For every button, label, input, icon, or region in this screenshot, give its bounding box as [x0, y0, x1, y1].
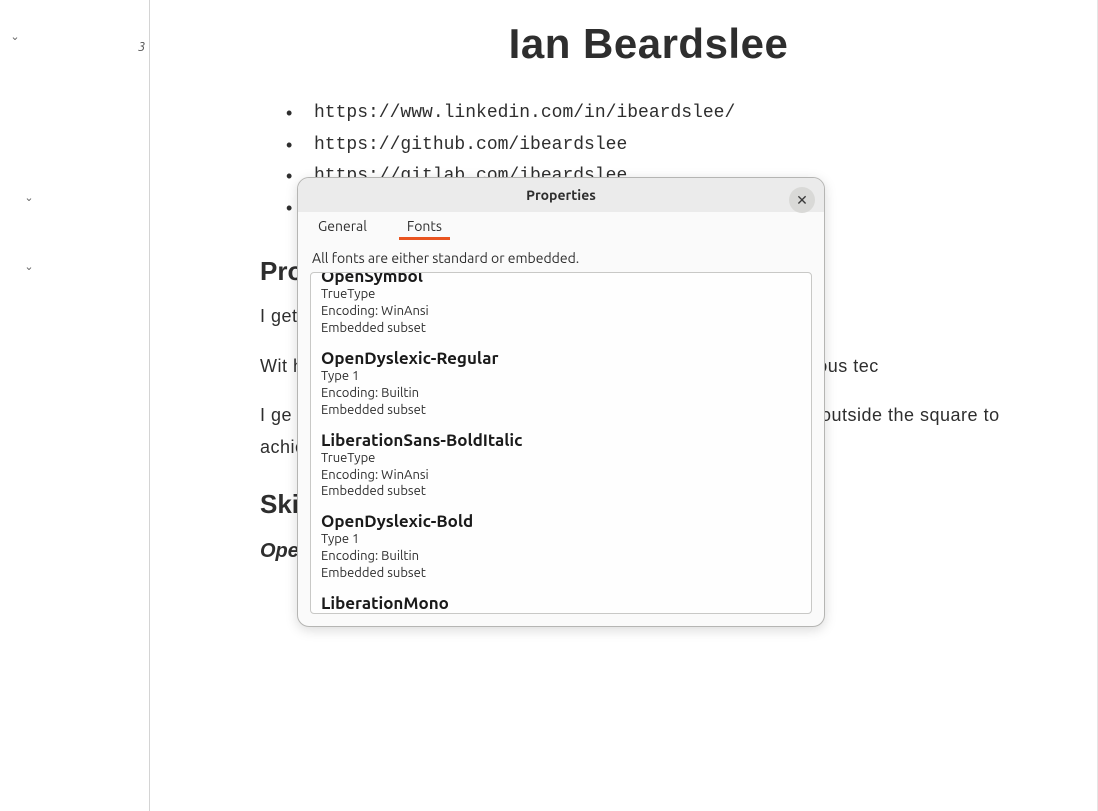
chevron-down-icon[interactable]: ⌄ [22, 260, 36, 273]
dialog-header[interactable]: Properties ✕ [298, 178, 824, 212]
font-name: OpenDyslexic-Bold [321, 512, 801, 531]
font-entry[interactable]: OpenDyslexic-RegularType 1Encoding: Buil… [311, 341, 811, 423]
outline-sidebar: User Ment…2⌄Work Experie…3Catalyst.Net3N… [0, 0, 150, 811]
tab-general[interactable]: General [310, 212, 375, 240]
chevron-down-icon[interactable]: ⌄ [22, 191, 36, 204]
font-entry[interactable]: OpenDyslexic-BoldType 1Encoding: Builtin… [311, 504, 811, 586]
close-button[interactable]: ✕ [789, 187, 815, 213]
link-item[interactable]: https://github.com/ibeardslee [274, 130, 1037, 162]
close-icon: ✕ [796, 192, 808, 209]
font-name: OpenSymbol [321, 272, 801, 286]
font-meta: Encoding: Builtin [321, 385, 801, 402]
font-meta: Encoding: WinAnsi [321, 303, 801, 320]
font-name: LiberationMono [321, 594, 801, 613]
font-entry[interactable]: OpenSymbolTrueTypeEncoding: WinAnsiEmbed… [311, 273, 811, 341]
font-meta: Embedded subset [321, 402, 801, 419]
font-meta: Encoding: Builtin [321, 548, 801, 565]
font-meta: TrueType [321, 450, 801, 467]
properties-dialog: Properties ✕ General Fonts All fonts are… [297, 177, 825, 627]
font-meta: Embedded subset [321, 320, 801, 337]
font-entry[interactable]: LiberationSans-BoldItalicTrueTypeEncodin… [311, 423, 811, 505]
font-list[interactable]: OpenSymbolTrueTypeEncoding: WinAnsiEmbed… [310, 272, 812, 614]
fonts-hint: All fonts are either standard or embedde… [310, 250, 812, 266]
font-meta: Type 1 [321, 368, 801, 385]
doc-title: Ian Beardslee [260, 20, 1037, 68]
outline-page: 8 [58, 296, 150, 330]
font-name: LiberationSans-BoldItalic [321, 431, 801, 450]
outline-item[interactable]: Home Net…8 [0, 301, 149, 324]
dialog-title: Properties [526, 187, 596, 203]
dialog-tabs: General Fonts [298, 212, 824, 240]
font-meta: Type 1 [321, 531, 801, 548]
font-entry[interactable]: LiberationMono [311, 586, 811, 613]
tab-fonts[interactable]: Fonts [399, 212, 450, 240]
font-meta: Embedded subset [321, 483, 801, 500]
font-name: OpenDyslexic-Regular [321, 349, 801, 368]
link-item[interactable]: https://www.linkedin.com/in/ibeardslee/ [274, 98, 1037, 130]
chevron-down-icon[interactable]: ⌄ [8, 30, 22, 43]
font-meta: Encoding: WinAnsi [321, 467, 801, 484]
font-meta: TrueType [321, 286, 801, 303]
font-meta: Embedded subset [321, 565, 801, 582]
